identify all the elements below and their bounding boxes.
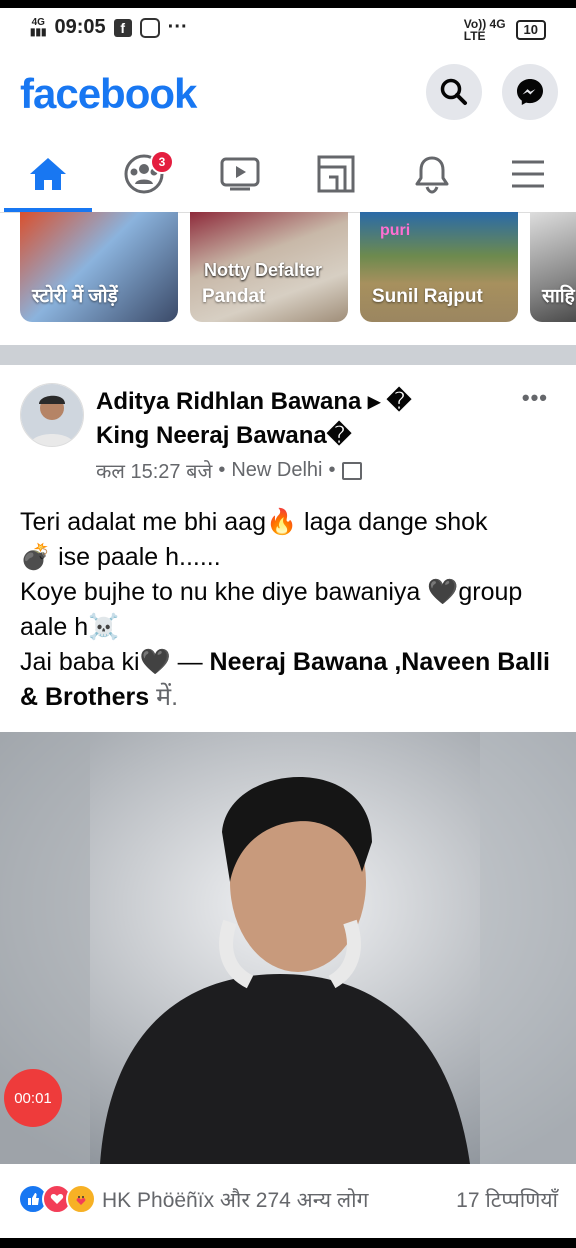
- post-location[interactable]: New Delhi: [231, 459, 322, 482]
- post-text-line: Jai baba ki🖤 — Neeraj Bawana ,Naveen Bal…: [20, 645, 560, 715]
- post-more-button[interactable]: •••: [522, 385, 548, 411]
- post-video[interactable]: [0, 732, 576, 1164]
- menu-icon: [512, 160, 544, 188]
- tab-menu[interactable]: [480, 138, 576, 210]
- author-line-2[interactable]: King Neeraj Bawana�: [96, 419, 476, 453]
- status-bar: 4G ▮▮▮ 09:05 f ··· Vo)) 4G LTE 10: [0, 0, 576, 56]
- post-text-prefix: Jai baba ki🖤 —: [20, 648, 210, 676]
- story-pandat[interactable]: Notty Defalter Pandat: [190, 212, 348, 322]
- more-notifications: ···: [167, 16, 188, 38]
- reactions-bar: HK Phöëñïx और 274 अन्य लोग 17 टिप्पणियाँ: [0, 1166, 576, 1236]
- status-time: 09:05: [54, 16, 106, 38]
- tab-marketplace[interactable]: [288, 138, 384, 210]
- story-sunil[interactable]: puri Sunil Rajput: [360, 212, 518, 322]
- signal-icon: 4G ▮▮▮: [30, 16, 47, 38]
- comments-count[interactable]: 17 टिप्पणियाँ: [456, 1186, 558, 1214]
- post-text-line: Koye bujhe to nu khe diye bawaniya 🖤grou…: [20, 578, 523, 606]
- story-overlay-text: puri: [380, 222, 411, 239]
- author-avatar[interactable]: [20, 383, 84, 447]
- post-text-line: 💣 ise paale h......: [20, 543, 221, 571]
- facebook-logo[interactable]: facebook: [20, 70, 197, 118]
- post-text: Teri adalat me bhi aag🔥 laga dange shok …: [20, 505, 560, 715]
- friends-badge: 3: [150, 150, 174, 174]
- battery-icon: 10: [515, 20, 546, 40]
- story-add[interactable]: स्टोरी में जोड़ें: [20, 212, 178, 322]
- search-button[interactable]: [426, 64, 482, 120]
- story-label: स्टोरी में जोड़ें: [32, 286, 118, 307]
- reaction-icons[interactable]: [18, 1184, 96, 1214]
- reactions-summary[interactable]: HK Phöëñïx और 274 अन्य लोग: [102, 1186, 368, 1214]
- messenger-icon: [517, 79, 543, 105]
- post-author[interactable]: Aditya Ridhlan Bawana ▸ � King Neeraj Ba…: [96, 385, 476, 453]
- top-bar: facebook: [0, 56, 576, 136]
- story-next[interactable]: साहि: [530, 212, 576, 322]
- home-icon: [30, 158, 66, 190]
- watch-icon: [220, 157, 260, 191]
- video-timer: 00:01: [4, 1069, 62, 1127]
- nav-bar-edge: [0, 1238, 576, 1248]
- story-label: Pandat: [202, 286, 266, 307]
- volte-indicator: Vo)) 4G LTE: [463, 17, 506, 43]
- search-icon: [440, 78, 467, 105]
- post-header: Aditya Ridhlan Bawana ▸ � King Neeraj Ba…: [0, 365, 576, 495]
- post-text-line: aale h☠️: [20, 613, 120, 641]
- instagram-notification-icon: [139, 17, 160, 38]
- facebook-notification-icon: f: [113, 18, 132, 37]
- tab-home[interactable]: [0, 138, 96, 210]
- post-time[interactable]: कल 15:27 बजे: [96, 457, 212, 484]
- story-overlay-text: Notty Defalter: [204, 260, 323, 280]
- care-reaction-icon: [66, 1184, 96, 1214]
- post-text-suffix: में.: [149, 683, 179, 711]
- story-label: Sunil Rajput: [372, 286, 483, 307]
- story-label: साहि: [542, 286, 575, 307]
- feed-separator: [0, 345, 576, 365]
- tab-watch[interactable]: [192, 138, 288, 210]
- audience-icon: [341, 461, 362, 480]
- tab-notifications[interactable]: [384, 138, 480, 210]
- notifications-icon: [415, 156, 449, 194]
- author-line-1[interactable]: Aditya Ridhlan Bawana ▸ �: [96, 385, 476, 419]
- messenger-button[interactable]: [502, 64, 558, 120]
- post-meta: कल 15:27 बजे • New Delhi •: [96, 457, 362, 484]
- tab-friends[interactable]: 3: [96, 138, 192, 210]
- nav-tabs: 3: [0, 138, 576, 213]
- marketplace-icon: [317, 155, 355, 193]
- stories-tray: स्टोरी में जोड़ें Notty Defalter Pandat …: [0, 212, 576, 332]
- post-text-line: Teri adalat me bhi aag🔥 laga dange shok: [20, 508, 488, 536]
